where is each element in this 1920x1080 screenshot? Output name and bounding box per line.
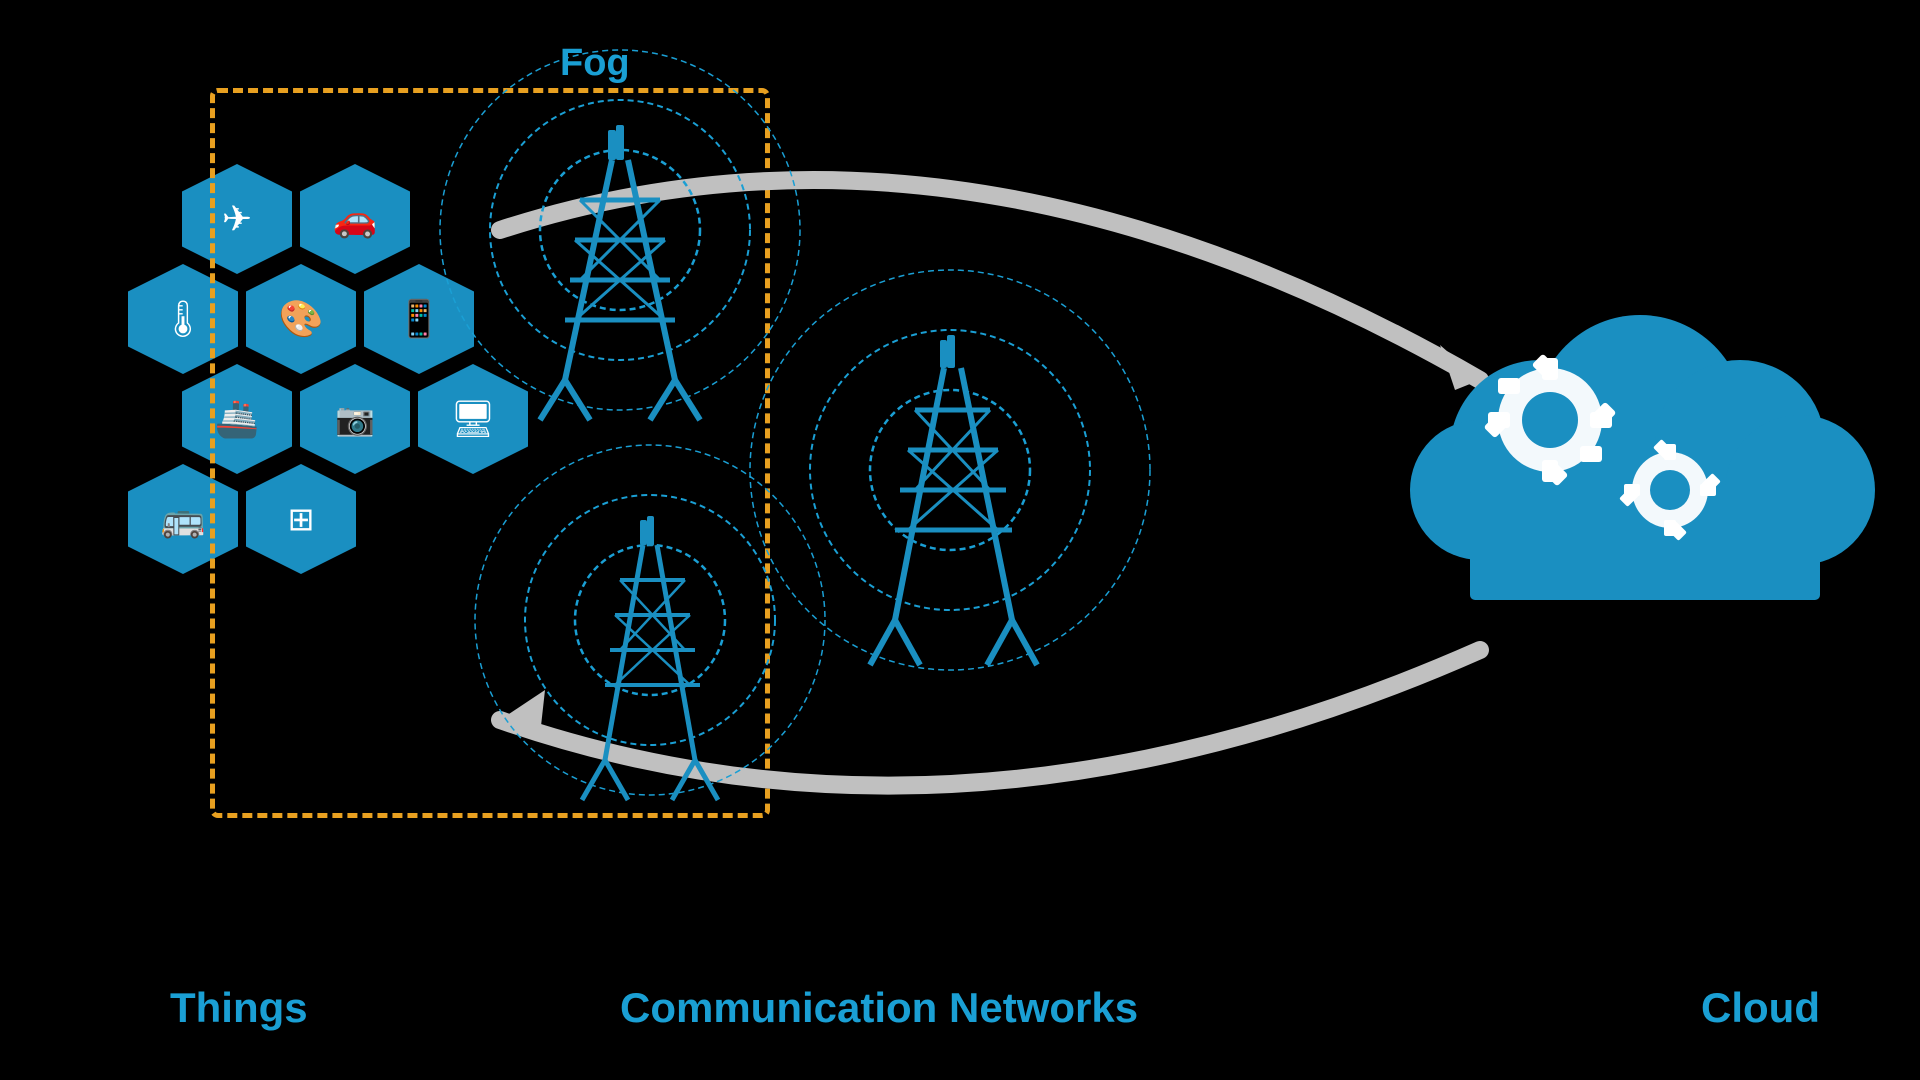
main-canvas: Fog ✈ 🚗 🌡 🎨 📱 🚢 📷 🖥 🚌 ⊞	[0, 0, 1920, 1080]
diagram-svg	[0, 0, 1920, 1080]
